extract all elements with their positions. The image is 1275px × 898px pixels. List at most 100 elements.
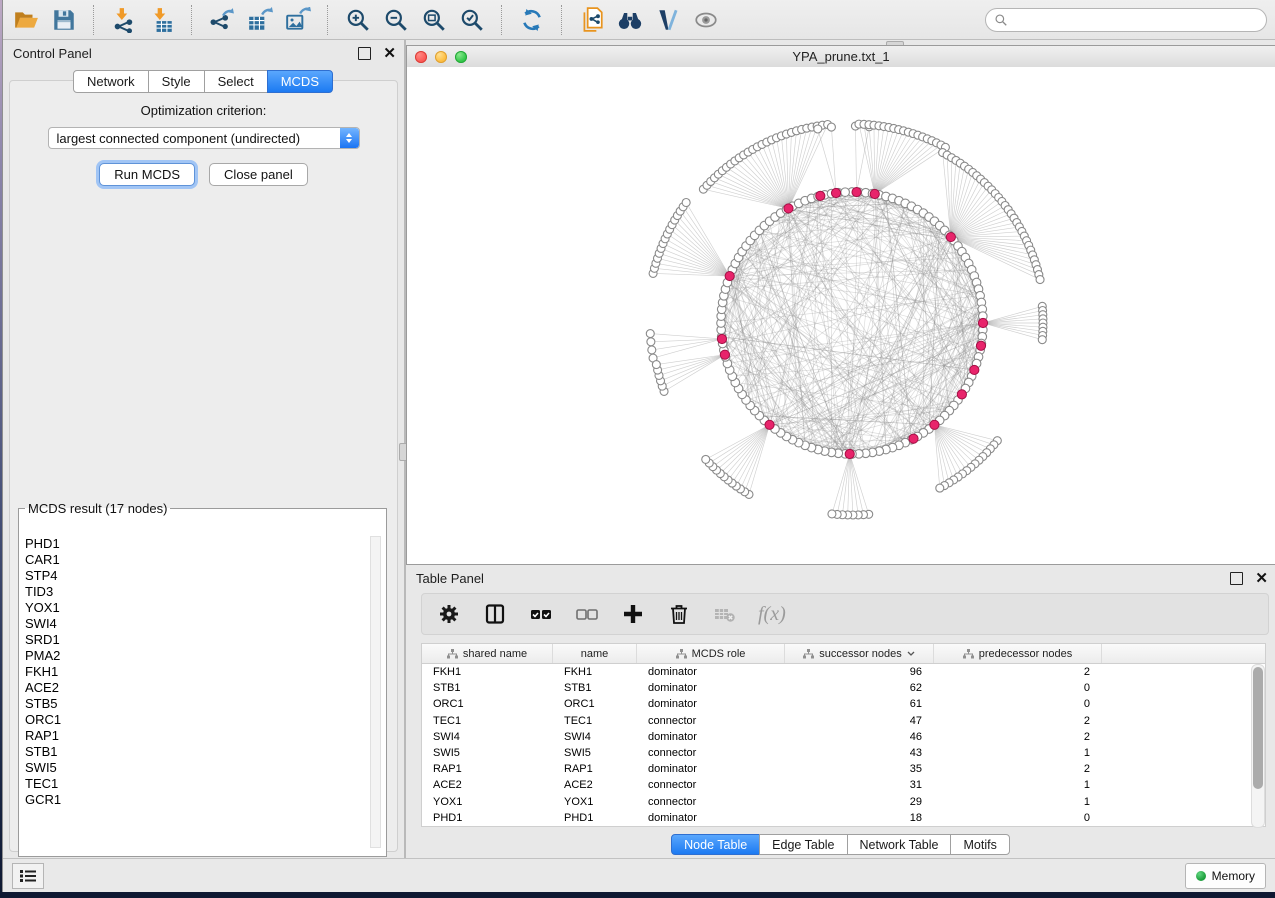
table-cell[interactable]: 35 — [910, 763, 934, 775]
mcds-node[interactable] — [976, 341, 985, 350]
import-network-icon[interactable] — [109, 5, 139, 35]
table-cell[interactable]: SWI4 — [553, 731, 637, 743]
mcds-result-item[interactable]: ORC1 — [25, 712, 370, 728]
task-history-button[interactable] — [12, 863, 44, 889]
column-header-predecessor-nodes[interactable]: predecessor nodes — [934, 644, 1102, 663]
node[interactable] — [702, 455, 710, 463]
mcds-node[interactable] — [765, 420, 774, 429]
table-cell[interactable]: 29 — [910, 796, 934, 808]
memory-button[interactable]: Memory — [1185, 863, 1266, 889]
node[interactable] — [646, 330, 654, 338]
table-cell[interactable]: 46 — [910, 731, 934, 743]
show-hide-eye-icon[interactable] — [691, 5, 721, 35]
table-cell[interactable]: dominator — [637, 763, 785, 775]
table-cell[interactable]: SWI4 — [422, 731, 553, 743]
table-cell[interactable]: connector — [637, 715, 785, 727]
mcds-result-item[interactable]: FKH1 — [25, 664, 370, 680]
tab-network[interactable]: Network — [73, 70, 149, 93]
node[interactable] — [647, 338, 655, 346]
table-cell[interactable]: ACE2 — [422, 779, 553, 791]
table-cell[interactable]: dominator — [637, 682, 785, 694]
export-image-icon[interactable] — [283, 5, 313, 35]
table-cell[interactable]: PHD1 — [422, 812, 553, 824]
table-row[interactable]: STB1STB1dominator620 — [422, 680, 1265, 696]
table-cell[interactable]: YOX1 — [553, 796, 637, 808]
table-cell[interactable]: connector — [637, 747, 785, 759]
mcds-node[interactable] — [784, 204, 793, 213]
table-row[interactable]: SWI4SWI4dominator462 — [422, 729, 1265, 745]
table-row[interactable]: YOX1YOX1connector291 — [422, 794, 1265, 810]
table-cell[interactable]: ORC1 — [422, 698, 553, 710]
node[interactable] — [841, 188, 850, 197]
tab-select[interactable]: Select — [204, 70, 268, 93]
table-cell[interactable]: 0 — [1084, 682, 1102, 694]
table-cell[interactable]: 43 — [910, 747, 934, 759]
tab-node-table[interactable]: Node Table — [671, 834, 760, 855]
table-cell[interactable]: 96 — [910, 666, 934, 678]
tab-edge-table[interactable]: Edge Table — [759, 834, 847, 855]
mcds-result-item[interactable]: STB5 — [25, 696, 370, 712]
column-header-name[interactable]: name — [553, 644, 637, 663]
mcds-result-item[interactable]: TEC1 — [25, 776, 370, 792]
node[interactable] — [682, 199, 690, 207]
table-cell[interactable]: 1 — [1084, 796, 1102, 808]
table-row[interactable]: ACE2ACE2connector311 — [422, 777, 1265, 793]
mcds-result-item[interactable]: SWI4 — [25, 616, 370, 632]
table-cell[interactable]: 61 — [910, 698, 934, 710]
mcds-node[interactable] — [870, 189, 879, 198]
table-scrollbar[interactable] — [1251, 664, 1265, 828]
mcds-node[interactable] — [852, 187, 861, 196]
export-network-icon[interactable] — [207, 5, 237, 35]
mcds-result-item[interactable]: SWI5 — [25, 760, 370, 776]
table-cell[interactable]: SWI5 — [553, 747, 637, 759]
network-canvas[interactable] — [407, 67, 1275, 564]
mcds-result-item[interactable]: SRD1 — [25, 632, 370, 648]
table-cell[interactable]: STB1 — [553, 682, 637, 694]
table-row[interactable]: RAP1RAP1dominator352 — [422, 761, 1265, 777]
criterion-select[interactable]: largest connected component (undirected) — [48, 127, 360, 149]
table-cell[interactable]: 2 — [1084, 715, 1102, 727]
node[interactable] — [936, 484, 944, 492]
mcds-result-item[interactable]: RAP1 — [25, 728, 370, 744]
apply-layout-icon[interactable] — [517, 5, 547, 35]
add-column-plus-icon[interactable] — [620, 601, 646, 627]
mcds-node[interactable] — [930, 420, 939, 429]
tab-motifs[interactable]: Motifs — [950, 834, 1009, 855]
table-cell[interactable]: 1 — [1084, 779, 1102, 791]
mcds-result-item[interactable]: ACE2 — [25, 680, 370, 696]
search-neighbors-binoculars-icon[interactable] — [615, 5, 645, 35]
network-graph[interactable] — [407, 67, 1275, 564]
export-table-icon[interactable] — [245, 5, 275, 35]
table-row[interactable]: ORC1ORC1dominator610 — [422, 696, 1265, 712]
table-cell[interactable]: dominator — [637, 812, 785, 824]
run-mcds-button[interactable]: Run MCDS — [99, 163, 195, 186]
search-input[interactable] — [1013, 12, 1258, 28]
mcds-node[interactable] — [816, 191, 825, 200]
table-cell[interactable]: TEC1 — [553, 715, 637, 727]
mcds-result-item[interactable]: STP4 — [25, 568, 370, 584]
zoom-fit-icon[interactable] — [419, 5, 449, 35]
node[interactable] — [648, 346, 656, 354]
mcds-result-list[interactable]: PHD1CAR1STP4TID3YOX1SWI4SRD1PMA2FKH1ACE2… — [25, 536, 370, 850]
mcds-node[interactable] — [978, 318, 987, 327]
deselect-all-icon[interactable] — [574, 601, 600, 627]
table-cell[interactable]: YOX1 — [422, 796, 553, 808]
float-panel-icon[interactable] — [1230, 572, 1243, 585]
node[interactable] — [827, 123, 835, 131]
table-cell[interactable]: ORC1 — [553, 698, 637, 710]
mcds-result-item[interactable]: PHD1 — [25, 536, 370, 552]
mcds-node[interactable] — [845, 449, 854, 458]
table-cell[interactable]: ACE2 — [553, 779, 637, 791]
select-all-icon[interactable] — [528, 601, 554, 627]
table-cell[interactable]: STB1 — [422, 682, 553, 694]
search-field[interactable] — [985, 8, 1267, 32]
delete-column-trash-icon[interactable] — [666, 601, 692, 627]
table-cell[interactable]: RAP1 — [422, 763, 553, 775]
table-cell[interactable]: TEC1 — [422, 715, 553, 727]
open-file-icon[interactable] — [11, 5, 41, 35]
import-table-icon[interactable] — [147, 5, 177, 35]
mcds-result-item[interactable]: PMA2 — [25, 648, 370, 664]
float-panel-icon[interactable] — [358, 47, 371, 60]
node[interactable] — [814, 125, 822, 133]
column-header-shared-name[interactable]: shared name — [422, 644, 553, 663]
